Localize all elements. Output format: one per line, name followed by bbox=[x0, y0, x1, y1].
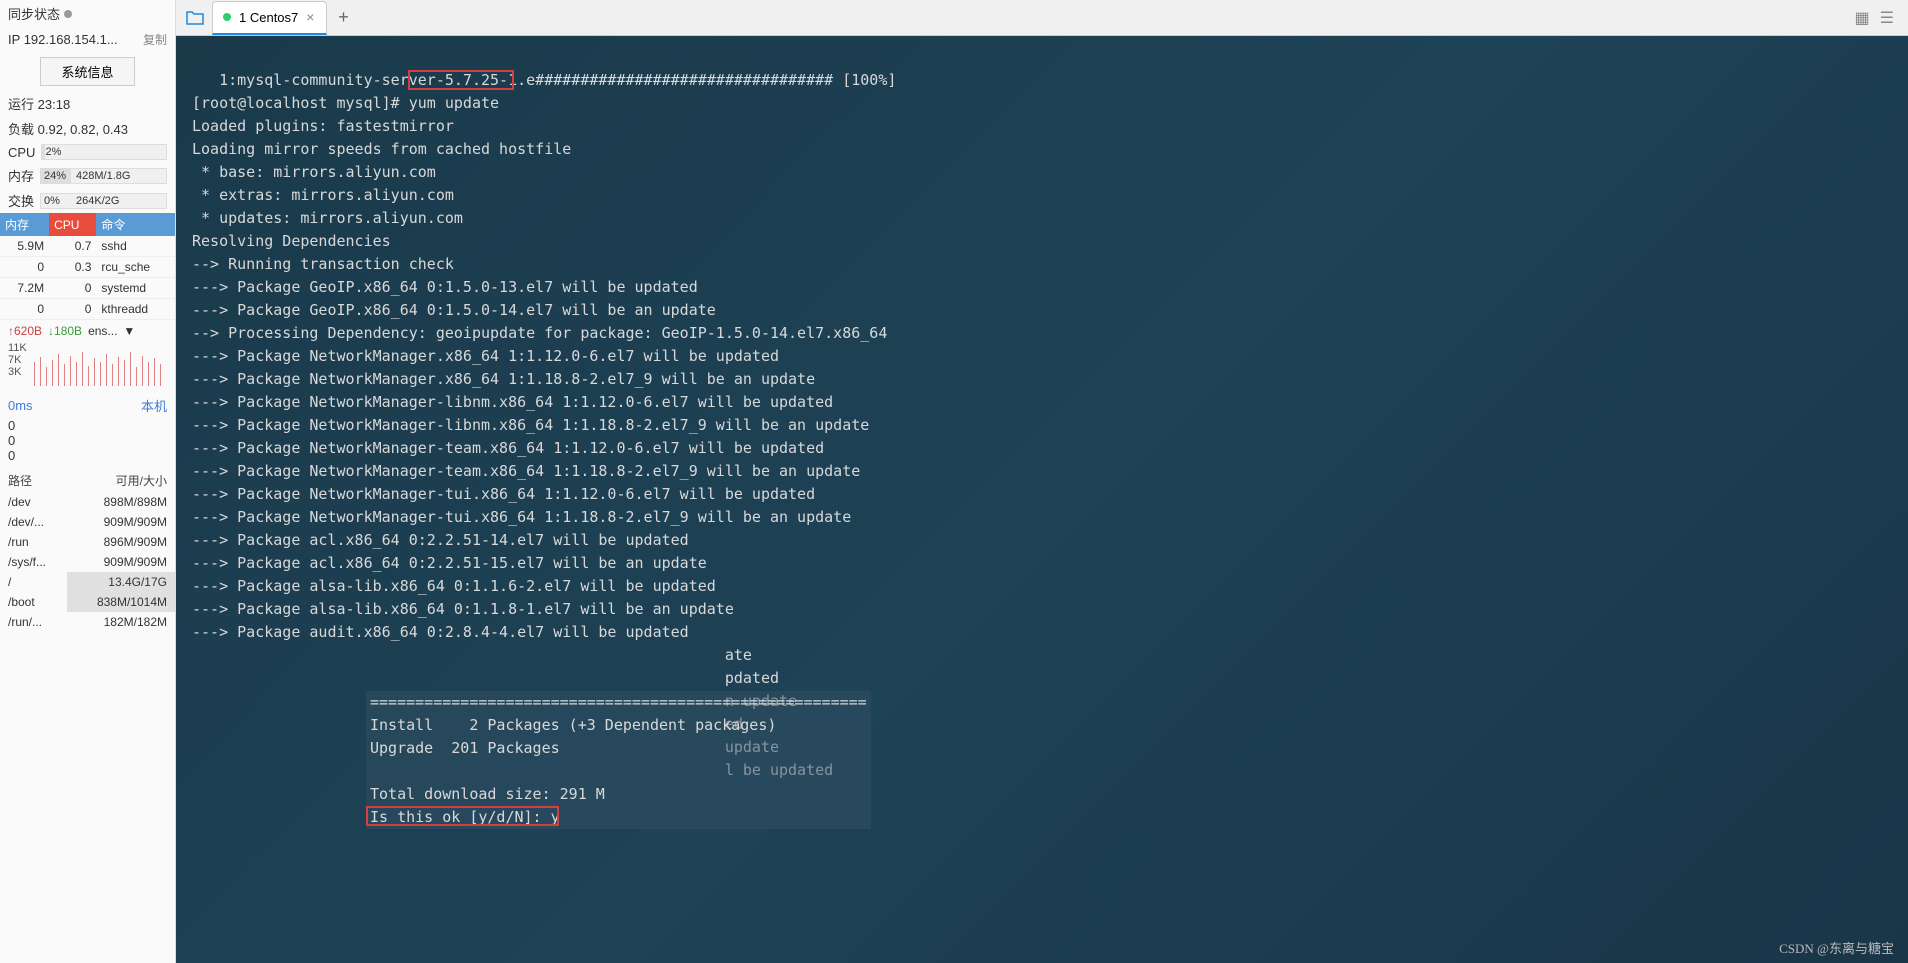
grid-view-icon[interactable]: ▦ bbox=[1855, 8, 1870, 28]
highlight-yum-update bbox=[408, 70, 514, 90]
table-row[interactable]: /run896M/909M bbox=[0, 532, 175, 552]
swap-pct: 0% bbox=[44, 195, 76, 207]
table-row[interactable]: /dev898M/898M bbox=[0, 492, 175, 512]
table-row[interactable]: /boot838M/1014M bbox=[0, 592, 175, 612]
proc-th-cmd[interactable]: 命令 bbox=[96, 213, 175, 236]
chart-y-2: 3K bbox=[8, 366, 27, 378]
load-value: 0.92, 0.82, 0.43 bbox=[38, 122, 128, 137]
terminal[interactable]: 1:mysql-community-server-5.7.25-1.e#####… bbox=[176, 36, 1908, 963]
chevron-down-icon[interactable]: ▼ bbox=[123, 324, 135, 338]
zero-0: 0 bbox=[8, 418, 167, 433]
mem-label: 内存 bbox=[8, 166, 34, 185]
net-up: 620B bbox=[14, 324, 42, 338]
ping-label: 0ms bbox=[8, 398, 33, 413]
new-tab-button[interactable]: + bbox=[331, 6, 355, 30]
sync-status: 同步状态 bbox=[0, 0, 175, 27]
cpu-label: CPU bbox=[8, 145, 35, 160]
ip-row: IP 192.168.154.1... 复制 bbox=[0, 27, 175, 52]
mem-pct: 24% bbox=[44, 170, 76, 182]
folder-icon[interactable] bbox=[182, 5, 208, 31]
table-row[interactable]: 7.2M0systemd bbox=[0, 278, 175, 299]
watermark: CSDN @东离与糖宝 bbox=[1779, 938, 1894, 957]
chart-y-0: 11K bbox=[8, 342, 27, 354]
process-table: 内存 CPU 命令 5.9M0.7sshd00.3rcu_sche7.2M0sy… bbox=[0, 213, 175, 320]
cpu-row: CPU 2% bbox=[0, 141, 175, 163]
net-down: 180B bbox=[54, 324, 82, 338]
swap-label: 交换 bbox=[8, 191, 34, 210]
swap-value: 264K/2G bbox=[76, 195, 119, 207]
table-row[interactable]: /13.4G/17G bbox=[0, 572, 175, 592]
table-row[interactable]: /dev/...909M/909M bbox=[0, 512, 175, 532]
load-label: 负载 bbox=[8, 122, 34, 137]
highlight-confirm bbox=[366, 806, 559, 826]
proc-th-cpu[interactable]: CPU bbox=[49, 213, 96, 236]
network-row: ↑620B ↓180B ens... ▼ bbox=[0, 320, 175, 342]
tab-label: 1 Centos7 bbox=[239, 10, 298, 25]
status-dot-icon bbox=[64, 10, 72, 18]
zero-1: 0 bbox=[8, 433, 167, 448]
host-label[interactable]: 本机 bbox=[141, 396, 167, 415]
system-info-button[interactable]: 系统信息 bbox=[40, 57, 134, 86]
mem-row: 内存 24%428M/1.8G bbox=[0, 163, 175, 188]
table-row[interactable]: /run/...182M/182M bbox=[0, 612, 175, 632]
net-chart: 11K 7K 3K bbox=[0, 342, 175, 393]
zero-2: 0 bbox=[8, 448, 167, 463]
active-dot-icon bbox=[223, 13, 231, 21]
ip-label: IP bbox=[8, 32, 20, 47]
proc-th-mem[interactable]: 内存 bbox=[0, 213, 49, 236]
sparkline-icon bbox=[28, 342, 167, 386]
copy-link[interactable]: 复制 bbox=[143, 31, 167, 48]
fs-th-size[interactable]: 可用/大小 bbox=[67, 469, 175, 492]
ip-value: 192.168.154.1... bbox=[24, 32, 118, 47]
sidebar: 同步状态 IP 192.168.154.1... 复制 系统信息 运行 23:1… bbox=[0, 0, 176, 963]
table-row[interactable]: 5.9M0.7sshd bbox=[0, 236, 175, 257]
swap-row: 交换 0%264K/2G bbox=[0, 188, 175, 213]
uptime-label: 运行 bbox=[8, 97, 34, 112]
tab-bar: 1 Centos7 × + ▦ ☰ bbox=[176, 0, 1908, 36]
close-icon[interactable]: × bbox=[306, 9, 314, 25]
cpu-pct: 2% bbox=[45, 146, 77, 158]
zeros-chart: 0 0 0 bbox=[0, 418, 175, 469]
table-row[interactable]: 00.3rcu_sche bbox=[0, 257, 175, 278]
net-iface[interactable]: ens... bbox=[88, 324, 117, 338]
fs-th-path[interactable]: 路径 bbox=[0, 469, 67, 492]
filesystem-table: 路径可用/大小 /dev898M/898M/dev/...909M/909M/r… bbox=[0, 469, 175, 632]
chart-y-1: 7K bbox=[8, 354, 27, 366]
menu-icon[interactable]: ☰ bbox=[1880, 8, 1894, 28]
table-row[interactable]: 00kthreadd bbox=[0, 299, 175, 320]
sync-label: 同步状态 bbox=[8, 4, 60, 23]
table-row[interactable]: /sys/f...909M/909M bbox=[0, 552, 175, 572]
uptime-value: 23:18 bbox=[38, 97, 71, 112]
mem-value: 428M/1.8G bbox=[76, 170, 130, 182]
tab-centos7[interactable]: 1 Centos7 × bbox=[212, 1, 327, 35]
